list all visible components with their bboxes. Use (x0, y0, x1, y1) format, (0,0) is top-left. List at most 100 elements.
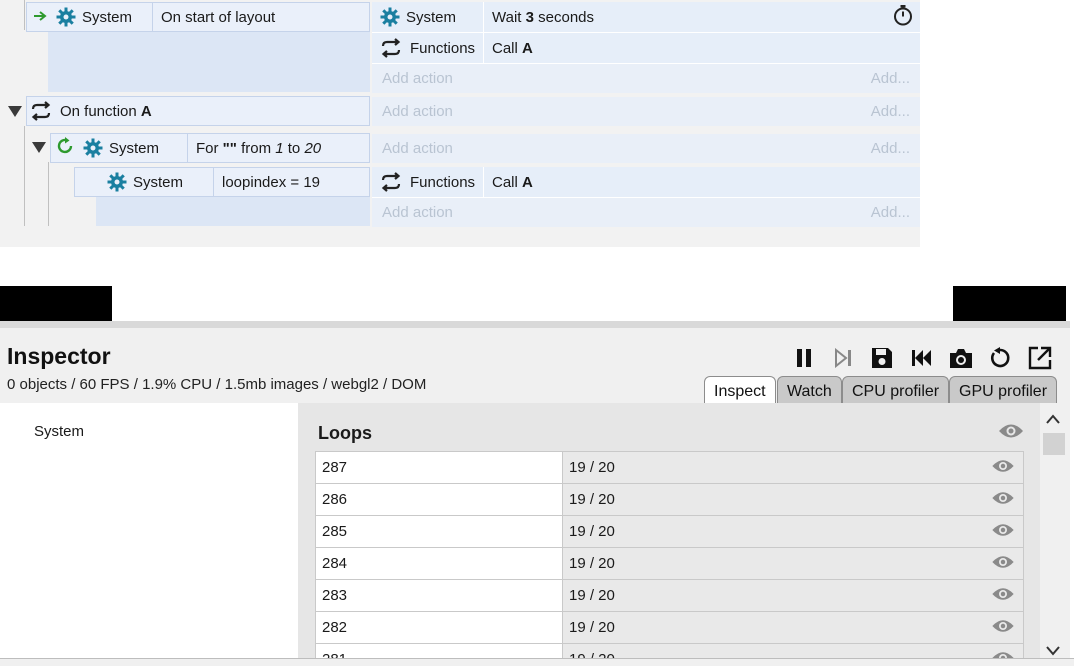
row-value[interactable]: 19 / 20 (569, 587, 615, 604)
action-param: 3 (525, 8, 534, 26)
expand-arrow-icon[interactable] (8, 106, 22, 117)
inspector-stats: 0 objects / 60 FPS / 1.9% CPU / 1.5mb im… (7, 376, 427, 393)
eye-icon[interactable] (991, 522, 1015, 542)
functions-icon (30, 101, 52, 121)
black-bar-right (953, 286, 1066, 321)
event1-condition[interactable]: System On start of layout (26, 2, 370, 32)
action-object: System (406, 8, 457, 26)
black-bar-left (0, 286, 112, 321)
table-row: 283 19 / 20 (315, 580, 1024, 612)
table-row: 287 19 / 20 (315, 452, 1024, 484)
event2-function-header[interactable]: On function A (26, 96, 370, 126)
step-icon[interactable] (830, 345, 856, 371)
row-key: 287 (316, 452, 563, 483)
object-list-item[interactable]: System (34, 423, 84, 440)
tree-line (48, 162, 49, 226)
action-param: A (522, 173, 533, 191)
add-short-label: Add... (870, 140, 910, 157)
eye-icon[interactable] (991, 490, 1015, 510)
tab-cpu-profiler[interactable]: CPU profiler (842, 376, 950, 406)
add-short-label: Add... (870, 103, 910, 120)
action-param: A (522, 39, 533, 57)
function-label: On function (60, 102, 141, 120)
table-row: 284 19 / 20 (315, 548, 1024, 580)
section-title: Loops (318, 423, 372, 443)
save-icon[interactable] (869, 345, 895, 371)
scroll-thumb[interactable] (1043, 433, 1065, 455)
popout-icon[interactable] (1027, 345, 1053, 371)
functions-icon (380, 38, 402, 58)
add-action-label: Add action (382, 103, 453, 120)
eye-icon[interactable] (991, 458, 1015, 478)
tab-gpu-profiler[interactable]: GPU profiler (949, 376, 1058, 406)
tree-line (24, 126, 25, 226)
tree-line (24, 0, 25, 30)
action-text: seconds (533, 8, 595, 26)
eye-icon[interactable] (991, 554, 1015, 574)
trigger-arrow-icon (34, 9, 48, 26)
event4-condition-area[interactable] (96, 196, 370, 226)
event2-add-action[interactable]: Add action Add... (372, 97, 920, 126)
row-key: 282 (316, 612, 563, 643)
gear-icon (83, 138, 103, 158)
event1-action-call[interactable]: Functions Call A (372, 33, 920, 64)
event3-add-action[interactable]: Add action Add... (372, 134, 920, 163)
scrollbar[interactable] (1040, 403, 1066, 666)
event-sheet: System On start of layout System Wait 3 … (0, 0, 920, 247)
row-value[interactable]: 19 / 20 (569, 459, 615, 476)
add-short-label: Add... (870, 204, 910, 221)
tab-watch[interactable]: Watch (777, 376, 842, 406)
expand-arrow-icon[interactable] (32, 142, 46, 153)
inspector-title: Inspector (7, 343, 111, 369)
details-pane: Loops 287 19 / 20 286 19 / 20 285 19 / 2… (298, 403, 1040, 666)
condition-object: System (109, 139, 160, 157)
eye-icon[interactable] (991, 618, 1015, 638)
gear-icon (380, 7, 400, 27)
gear-icon (56, 7, 76, 27)
window-bottom-edge (0, 658, 1074, 666)
row-key: 283 (316, 580, 563, 611)
event1-condition-area[interactable] (48, 30, 370, 92)
add-short-label: Add... (870, 70, 910, 87)
functions-icon (380, 172, 402, 192)
pause-icon[interactable] (791, 345, 817, 371)
condition-text: For (196, 139, 223, 157)
table-row: 286 19 / 20 (315, 484, 1024, 516)
eye-icon[interactable] (998, 422, 1024, 444)
event4-add-action[interactable]: Add action Add... (372, 198, 920, 227)
screenshot-icon[interactable] (948, 345, 974, 371)
stopwatch-icon (892, 4, 914, 30)
restart-icon[interactable] (909, 345, 935, 371)
eye-icon[interactable] (991, 586, 1015, 606)
loop-icon (55, 136, 75, 160)
add-action-label: Add action (382, 140, 453, 157)
event1-add-action[interactable]: Add action Add... (372, 64, 920, 93)
action-object: Functions (410, 173, 476, 191)
condition-object: System (82, 8, 133, 26)
action-text: Call (492, 173, 523, 191)
condition-text: loopindex = 19 (222, 173, 320, 191)
table-row: 282 19 / 20 (315, 612, 1024, 644)
chevron-down-icon[interactable] (1046, 643, 1060, 656)
action-text: Wait (492, 8, 526, 26)
condition-text: from (236, 139, 276, 157)
condition-param: 1 (275, 139, 284, 157)
chevron-up-icon[interactable] (1046, 411, 1060, 424)
condition-param: "" (222, 139, 237, 157)
condition-text: On start of layout (161, 8, 276, 26)
inspector-panel: Inspector 0 objects / 60 FPS / 1.9% CPU … (0, 321, 1070, 666)
row-value[interactable]: 19 / 20 (569, 555, 615, 572)
event4-action-call[interactable]: Functions Call A (372, 167, 920, 198)
event4-condition[interactable]: System loopindex = 19 (74, 167, 370, 197)
row-value[interactable]: 19 / 20 (569, 491, 615, 508)
row-value[interactable]: 19 / 20 (569, 523, 615, 540)
row-value[interactable]: 19 / 20 (569, 619, 615, 636)
reload-icon[interactable] (987, 345, 1013, 371)
row-key: 285 (316, 516, 563, 547)
event3-condition[interactable]: System For "" from 1 to 20 (50, 133, 370, 163)
condition-text: to (283, 139, 305, 157)
condition-object: System (133, 173, 184, 191)
condition-param: 20 (304, 139, 322, 157)
event1-action-wait[interactable]: System Wait 3 seconds (372, 2, 920, 33)
gear-icon (107, 172, 127, 192)
